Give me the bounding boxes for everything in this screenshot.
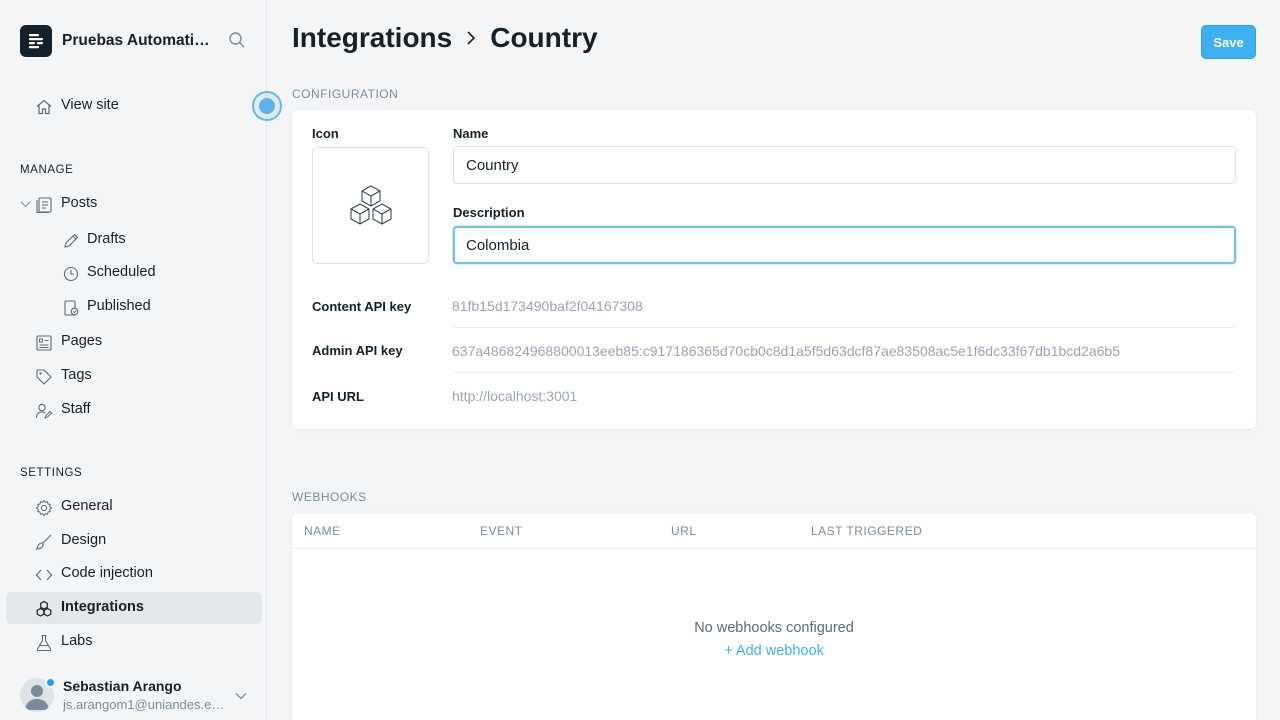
tag-icon — [35, 368, 53, 386]
description-input[interactable] — [453, 226, 1236, 264]
staff-icon — [35, 402, 53, 420]
breadcrumb-parent[interactable]: Integrations — [292, 22, 452, 54]
empty-state-message: No webhooks configured — [694, 620, 854, 636]
chevron-down-icon[interactable] — [20, 198, 31, 214]
divider — [452, 372, 1236, 373]
sidebar-item-label: Tags — [61, 367, 92, 383]
divider — [292, 548, 1256, 549]
user-name: Sebastian Arango — [63, 678, 182, 694]
add-webhook-link[interactable]: + Add webhook — [292, 643, 1256, 659]
published-icon — [62, 299, 80, 317]
sidebar-item-label: Scheduled — [87, 264, 156, 280]
sidebar-item-label: Staff — [61, 401, 91, 417]
status-dot — [45, 677, 56, 688]
divider — [452, 327, 1236, 328]
sidebar-item-label: Pages — [61, 333, 103, 349]
integrations-icon — [35, 600, 53, 618]
column-header-last-triggered: LAST TRIGGERED — [811, 524, 923, 538]
chevron-down-icon[interactable] — [234, 689, 248, 708]
webhooks-table: NAME EVENT URL LAST TRIGGERED No webhook… — [292, 513, 1256, 720]
manage-header: MANAGE — [20, 164, 74, 176]
name-label: Name — [453, 126, 489, 141]
sidebar-item-label: Published — [87, 298, 151, 314]
content-api-key-label: Content API key — [312, 299, 412, 314]
code-icon — [35, 566, 53, 584]
column-header-url: URL — [671, 524, 697, 538]
cubes-icon — [349, 184, 392, 225]
sidebar-item-scheduled[interactable]: Scheduled — [6, 257, 262, 289]
webhooks-section-label: WEBHOOKS — [292, 490, 367, 504]
api-url-value[interactable]: http://localhost:3001 — [452, 388, 577, 404]
sidebar-item-label: Labs — [61, 633, 93, 649]
sidebar-item-label: Design — [61, 532, 107, 548]
breadcrumb: Integrations Country — [292, 22, 598, 54]
site-title: Pruebas Automatizadas — [62, 32, 214, 49]
sidebar-item-drafts[interactable]: Drafts — [6, 224, 262, 256]
page-title: Country — [490, 22, 598, 53]
admin-api-key-value[interactable]: 637a486824968800013eeb85:c917186365d70cb… — [452, 343, 1120, 359]
save-button[interactable]: Save — [1201, 25, 1256, 59]
notification-pulse[interactable] — [252, 91, 282, 121]
ghost-logo-icon — [20, 25, 52, 57]
sidebar-item-label: Posts — [61, 195, 98, 211]
configuration-section-label: CONFIGURATION — [292, 87, 399, 101]
admin-api-key-label: Admin API key — [312, 343, 403, 358]
gear-icon — [35, 499, 53, 517]
clock-icon — [62, 265, 80, 283]
pencil-icon — [62, 232, 80, 250]
description-label: Description — [453, 205, 525, 220]
sidebar-item-tags[interactable]: Tags — [6, 360, 262, 392]
sidebar-item-integrations[interactable]: Integrations — [6, 592, 262, 624]
sidebar-item-labs[interactable]: Labs — [6, 626, 262, 658]
column-header-event: EVENT — [480, 524, 523, 538]
sidebar-item-pages[interactable]: Pages — [6, 326, 262, 358]
configuration-card: Icon Name Description Content API key 81… — [292, 110, 1256, 429]
content-api-key-value[interactable]: 81fb15d173490baf2f04167308 — [452, 298, 643, 314]
icon-label: Icon — [312, 126, 339, 141]
name-input[interactable] — [453, 146, 1236, 184]
api-url-label: API URL — [312, 389, 364, 404]
brush-icon — [35, 533, 53, 551]
brand[interactable]: Pruebas Automatizadas — [20, 25, 250, 57]
sidebar-item-label: Drafts — [87, 231, 126, 247]
sidebar-item-label: View site — [61, 97, 119, 113]
sidebar-item-label: Code injection — [61, 565, 153, 581]
sidebar-item-posts[interactable]: Posts — [6, 188, 262, 220]
column-header-name: NAME — [304, 524, 341, 538]
chevron-right-icon — [464, 30, 478, 46]
user-email: js.arangom1@uniandes.edu.co — [63, 697, 225, 712]
sidebar-item-staff[interactable]: Staff — [6, 394, 262, 426]
sidebar-item-design[interactable]: Design — [6, 525, 262, 557]
flask-icon — [35, 634, 53, 652]
pages-icon — [35, 334, 53, 352]
user-menu[interactable]: Sebastian Arango js.arangom1@uniandes.ed… — [20, 676, 260, 720]
sidebar-item-label: Integrations — [61, 599, 144, 615]
sidebar: Pruebas Automatizadas View site MANAGE P… — [0, 0, 282, 720]
sidebar-item-label: General — [61, 498, 113, 514]
integration-icon-upload[interactable] — [312, 147, 429, 264]
search-icon[interactable] — [228, 31, 246, 54]
sidebar-item-published[interactable]: Published — [6, 291, 262, 323]
home-icon — [35, 98, 53, 116]
sidebar-item-code-injection[interactable]: Code injection — [6, 558, 262, 590]
posts-icon — [35, 196, 53, 214]
settings-header: SETTINGS — [20, 467, 83, 479]
sidebar-item-view-site[interactable]: View site — [6, 90, 262, 122]
sidebar-item-general[interactable]: General — [6, 491, 262, 523]
